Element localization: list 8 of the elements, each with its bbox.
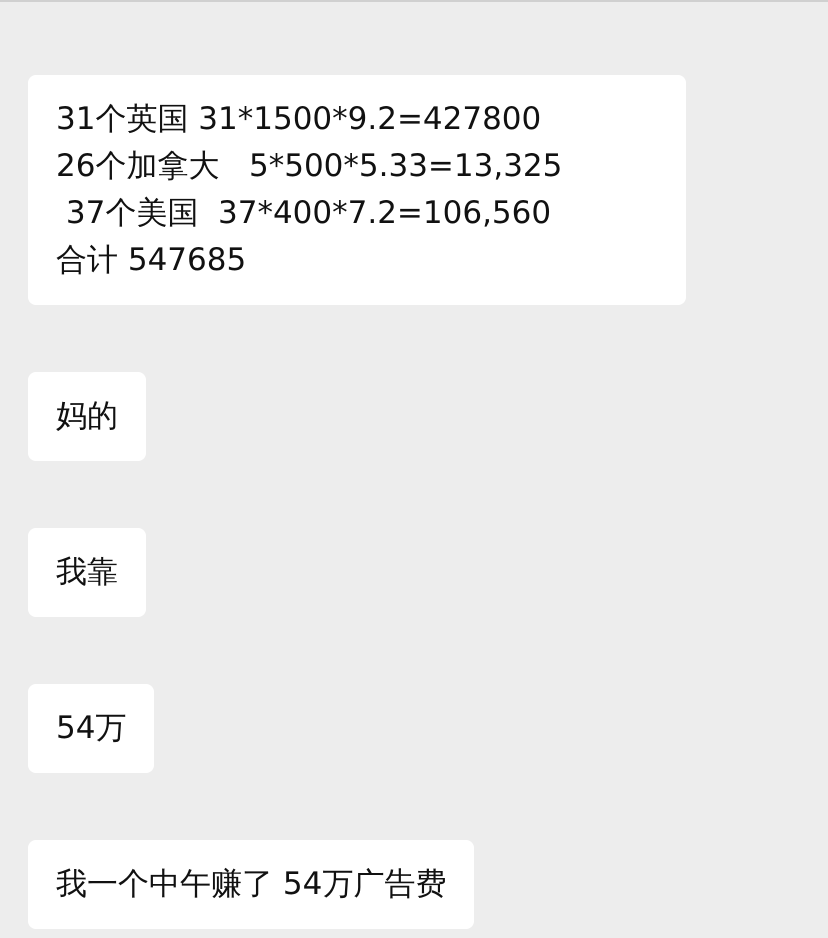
message-text: 54万 [56,709,126,748]
message-text: 我靠 [56,553,118,592]
message-text: 我一个中午赚了 54万广告费 [56,865,446,904]
message-text: 26个加拿大 5*500*5.33=13,325 [56,147,564,186]
message-text: 妈的 [56,397,118,436]
message-text: 31个英国 31*1500*9.2=427800 [56,100,542,139]
message-text: 合计 547685 [56,241,248,280]
message-text: 37个美国 37*400*7.2=106,560 [64,194,552,233]
